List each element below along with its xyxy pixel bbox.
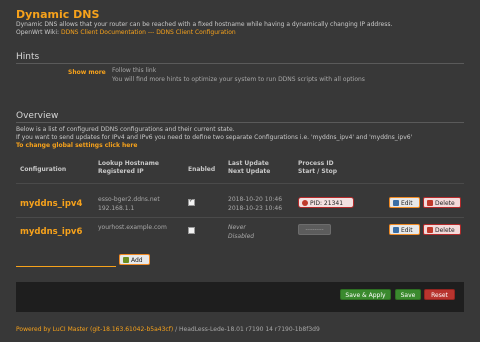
- page-description: Dynamic DNS allows that your router can …: [16, 21, 392, 37]
- col-start-stop-label: Start / Stop: [298, 168, 338, 175]
- show-more-link[interactable]: Show more: [68, 69, 106, 76]
- row-ipv4-name[interactable]: myddns_ipv4: [20, 199, 82, 209]
- edit-icon: [393, 227, 399, 233]
- table-header-divider: [16, 183, 464, 184]
- overview-divider: [16, 122, 464, 123]
- row-ipv6-next-update: Disabled: [228, 233, 255, 240]
- row-ipv6-name[interactable]: myddns_ipv6: [20, 227, 82, 237]
- hints-text: Follow this link You will find more hint…: [112, 66, 365, 84]
- col-lookup-hostname: Lookup Hostname: [98, 160, 159, 167]
- row-ipv4-last-update: 2018-10-20 10:46: [228, 196, 283, 203]
- add-icon: [123, 257, 129, 263]
- row-ipv4-ip: 192.168.1.1: [98, 205, 135, 212]
- col-next-update-label: Next Update: [228, 168, 271, 175]
- stop-icon: [302, 200, 308, 206]
- row-ipv4-next-update: 2018-10-23 10:46: [228, 205, 283, 212]
- row-ipv4-hostname: esso-bger2.ddns.net: [98, 196, 160, 203]
- row-ipv6-delete-label: Delete: [435, 227, 455, 234]
- col-enabled: Enabled: [188, 166, 216, 173]
- page-title: Dynamic DNS: [16, 8, 100, 21]
- row-ipv4-stop-button[interactable]: PID: 21341: [298, 197, 354, 208]
- row-ipv4-delete-button[interactable]: Delete: [423, 197, 461, 208]
- hints-description: You will find more hints to optimize you…: [112, 76, 365, 83]
- add-label: Add: [131, 257, 143, 264]
- row-ipv6-last-update: Never: [228, 224, 246, 231]
- row-ipv4-edit-button[interactable]: Edit: [389, 197, 420, 208]
- col-lookup: Lookup Hostname Registered IP: [98, 160, 159, 176]
- ddns-client-documentation-link[interactable]: DDNS Client Documentation: [61, 29, 146, 36]
- new-config-name-input[interactable]: [16, 266, 116, 267]
- footer: Powered by LuCI Master (git-18.163.61042…: [16, 326, 320, 333]
- row-divider: [16, 217, 464, 218]
- col-last-update-label: Last Update: [228, 160, 269, 167]
- row-ipv4-lookup: esso-bger2.ddns.net 192.168.1.1: [98, 195, 160, 213]
- overview-description: Below is a list of configured DDNS confi…: [16, 126, 412, 150]
- col-registered-ip: Registered IP: [98, 168, 144, 175]
- wiki-line: OpenWrt Wiki: DDNS Client Documentation …: [16, 29, 392, 37]
- wiki-prefix: OpenWrt Wiki:: [16, 29, 61, 36]
- row-ipv4-enabled-checkbox[interactable]: [188, 198, 195, 206]
- overview-heading: Overview: [16, 111, 59, 121]
- row-ipv4-delete-label: Delete: [435, 200, 455, 207]
- row-ipv6-edit-label: Edit: [401, 227, 413, 234]
- row-ipv6-updates: Never Disabled: [228, 223, 254, 241]
- global-settings-link[interactable]: To change global settings click here: [16, 142, 412, 150]
- hints-heading: Hints: [16, 52, 40, 62]
- delete-icon: [427, 227, 433, 233]
- save-button[interactable]: Save: [395, 289, 421, 300]
- row-ipv6-delete-button[interactable]: Delete: [423, 224, 461, 235]
- luci-link[interactable]: Powered by LuCI Master (git-18.163.61042…: [16, 326, 173, 333]
- hints-divider: [16, 63, 464, 64]
- overview-line-2: If you want to send updates for IPv4 and…: [16, 134, 413, 141]
- overview-line-1: Below is a list of configured DDNS confi…: [16, 126, 235, 133]
- col-process-id-label: Process ID: [298, 160, 334, 167]
- row-ipv4-edit-label: Edit: [401, 200, 413, 207]
- ddns-client-configuration-link[interactable]: DDNS Client Configuration: [156, 29, 235, 36]
- description-line: Dynamic DNS allows that your router can …: [16, 21, 393, 28]
- delete-icon: [427, 200, 433, 206]
- edit-icon: [393, 200, 399, 206]
- wiki-separator: ---: [145, 29, 157, 36]
- row-ipv4-updates: 2018-10-20 10:46 2018-10-23 10:46: [228, 195, 282, 213]
- row-ipv6-edit-button[interactable]: Edit: [389, 224, 420, 235]
- row-ipv6-start-button[interactable]: ----------: [298, 224, 331, 235]
- col-configuration: Configuration: [20, 166, 67, 173]
- row-ipv6-lookup: yourhost.example.com: [98, 223, 167, 232]
- reset-button[interactable]: Reset: [424, 289, 455, 300]
- row-ipv6-hostname: yourhost.example.com: [98, 224, 167, 231]
- col-process: Process ID Start / Stop: [298, 160, 337, 176]
- row-ipv4-pid: PID: 21341: [310, 200, 344, 207]
- hints-follow-text: Follow this link: [112, 67, 157, 74]
- col-last-update: Last Update Next Update: [228, 160, 270, 176]
- footer-version: / HeadLess-Lede-18.01 r7190 14 r7190-1b8…: [173, 326, 320, 333]
- add-button[interactable]: Add: [119, 254, 150, 265]
- save-apply-button[interactable]: Save & Apply: [340, 289, 391, 300]
- row-ipv6-enabled-checkbox[interactable]: [188, 227, 195, 234]
